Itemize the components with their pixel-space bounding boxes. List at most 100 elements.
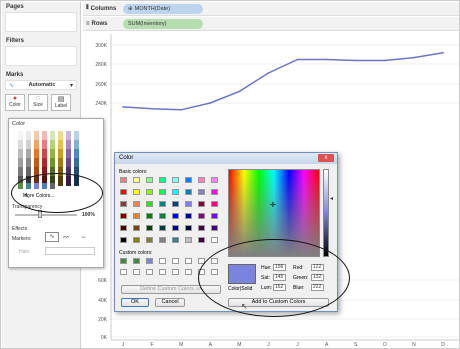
custom-color-cell[interactable] <box>133 258 140 264</box>
custom-color-cell[interactable] <box>185 269 192 275</box>
size-button[interactable]: ◌ Size <box>28 94 48 111</box>
custom-color-cell[interactable] <box>120 258 127 264</box>
columns-shelf[interactable]: ⦀ Columns ⊕ MONTH(Date) <box>83 2 459 16</box>
markers-ends-icon[interactable]: ∼ <box>81 234 86 241</box>
basic-color-cell[interactable] <box>198 177 205 183</box>
size-icon: ◌ <box>35 95 41 102</box>
effects-label: Effects <box>12 226 28 232</box>
basic-colors-label: Basic colors: <box>119 169 148 175</box>
basic-color-cell[interactable] <box>211 237 218 243</box>
label-button[interactable]: ▤ Label <box>51 94 71 111</box>
basic-color-cell[interactable] <box>146 189 153 195</box>
custom-color-cell[interactable] <box>159 269 166 275</box>
basic-color-cell[interactable] <box>133 213 140 219</box>
x-tick-label: J <box>267 342 270 348</box>
basic-color-cell[interactable] <box>211 201 218 207</box>
basic-color-cell[interactable] <box>172 237 179 243</box>
basic-color-cell[interactable] <box>198 201 205 207</box>
markers-all-icon[interactable]: ᨓ <box>63 234 70 241</box>
basic-color-cell[interactable] <box>159 177 166 183</box>
basic-color-cell[interactable] <box>185 213 192 219</box>
luminance-slider[interactable] <box>323 169 329 257</box>
custom-color-cell[interactable] <box>133 269 140 275</box>
chevron-down-icon: ▾ <box>69 82 73 89</box>
basic-color-cell[interactable] <box>159 237 166 243</box>
rows-label-group: ≡ Rows <box>83 21 123 27</box>
luminance-arrow-icon[interactable]: ◂ <box>330 195 333 202</box>
basic-color-cell[interactable] <box>146 237 153 243</box>
basic-color-cell[interactable] <box>198 225 205 231</box>
basic-color-cell[interactable] <box>185 177 192 183</box>
color-button[interactable]: ● Color <box>5 94 25 111</box>
basic-color-cell[interactable] <box>172 177 179 183</box>
basic-color-cell[interactable] <box>211 213 218 219</box>
columns-pill[interactable]: ⊕ MONTH(Date) <box>123 3 203 14</box>
custom-colors-label: Custom colors: <box>119 250 153 256</box>
custom-color-cell[interactable] <box>146 269 153 275</box>
basic-color-cell[interactable] <box>120 213 127 219</box>
basic-color-cell[interactable] <box>146 213 153 219</box>
custom-color-cell[interactable] <box>159 258 166 264</box>
basic-color-cell[interactable] <box>185 237 192 243</box>
mark-type-dropdown[interactable]: ∿ Automatic ▾ <box>5 80 77 90</box>
dialog-title: Color <box>119 155 134 161</box>
x-tick-label: N <box>412 342 416 348</box>
basic-color-cell[interactable] <box>211 189 218 195</box>
basic-color-cell[interactable] <box>146 177 153 183</box>
basic-color-cell[interactable] <box>198 213 205 219</box>
basic-color-cell[interactable] <box>133 189 140 195</box>
basic-color-cell[interactable] <box>211 225 218 231</box>
basic-color-cell[interactable] <box>198 189 205 195</box>
basic-color-cell[interactable] <box>133 177 140 183</box>
x-tick-label: J <box>122 342 125 348</box>
custom-color-cell[interactable] <box>185 258 192 264</box>
custom-color-cell[interactable] <box>172 269 179 275</box>
basic-color-cell[interactable] <box>172 213 179 219</box>
x-tick-label: M <box>237 342 241 348</box>
basic-color-cell[interactable] <box>133 201 140 207</box>
basic-color-cell[interactable] <box>120 177 127 183</box>
custom-color-cell[interactable] <box>172 258 179 264</box>
basic-color-cell[interactable] <box>120 189 127 195</box>
markers-label: Markers: <box>12 236 32 242</box>
data-point <box>151 108 153 110</box>
filters-shelf[interactable] <box>5 46 77 66</box>
basic-color-cell[interactable] <box>185 201 192 207</box>
pages-shelf[interactable] <box>5 12 77 32</box>
basic-color-cell[interactable] <box>159 189 166 195</box>
rows-pill[interactable]: SUM(Inventory) <box>123 18 203 29</box>
basic-color-cell[interactable] <box>146 225 153 231</box>
halo-dropdown[interactable] <box>45 247 95 255</box>
crosshair-icon: ✛ <box>270 202 276 209</box>
basic-color-cell[interactable] <box>211 177 218 183</box>
pages-title: Pages <box>6 4 24 10</box>
window: Pages Filters Marks ∿ Automatic ▾ ● Color… <box>0 0 460 349</box>
basic-color-cell[interactable] <box>159 201 166 207</box>
basic-color-cell[interactable] <box>133 237 140 243</box>
line-mark-icon: ∿ <box>9 82 15 89</box>
transparency-value: 100% <box>82 212 95 218</box>
basic-color-cell[interactable] <box>146 201 153 207</box>
color-popup-title: Color <box>12 121 26 127</box>
basic-color-cell[interactable] <box>172 225 179 231</box>
data-point <box>267 72 270 74</box>
basic-color-cell[interactable] <box>185 189 192 195</box>
basic-color-cell[interactable] <box>133 225 140 231</box>
close-button[interactable]: x <box>318 154 334 162</box>
basic-color-cell[interactable] <box>159 213 166 219</box>
basic-color-cell[interactable] <box>198 237 205 243</box>
custom-color-cell[interactable] <box>146 258 153 264</box>
ok-button[interactable]: OK <box>121 298 149 307</box>
basic-color-cell[interactable] <box>185 225 192 231</box>
basic-color-cell[interactable] <box>120 225 127 231</box>
cancel-button[interactable]: Cancel <box>155 298 185 307</box>
basic-color-cell[interactable] <box>120 237 127 243</box>
transparency-slider[interactable] <box>15 214 77 216</box>
markers-none-icon[interactable]: ∿ <box>45 232 59 242</box>
custom-color-cell[interactable] <box>120 269 127 275</box>
rows-shelf[interactable]: ≡ Rows SUM(Inventory) <box>83 17 459 31</box>
basic-color-cell[interactable] <box>159 225 166 231</box>
basic-color-cell[interactable] <box>172 189 179 195</box>
basic-color-cell[interactable] <box>172 201 179 207</box>
basic-color-cell[interactable] <box>120 201 127 207</box>
